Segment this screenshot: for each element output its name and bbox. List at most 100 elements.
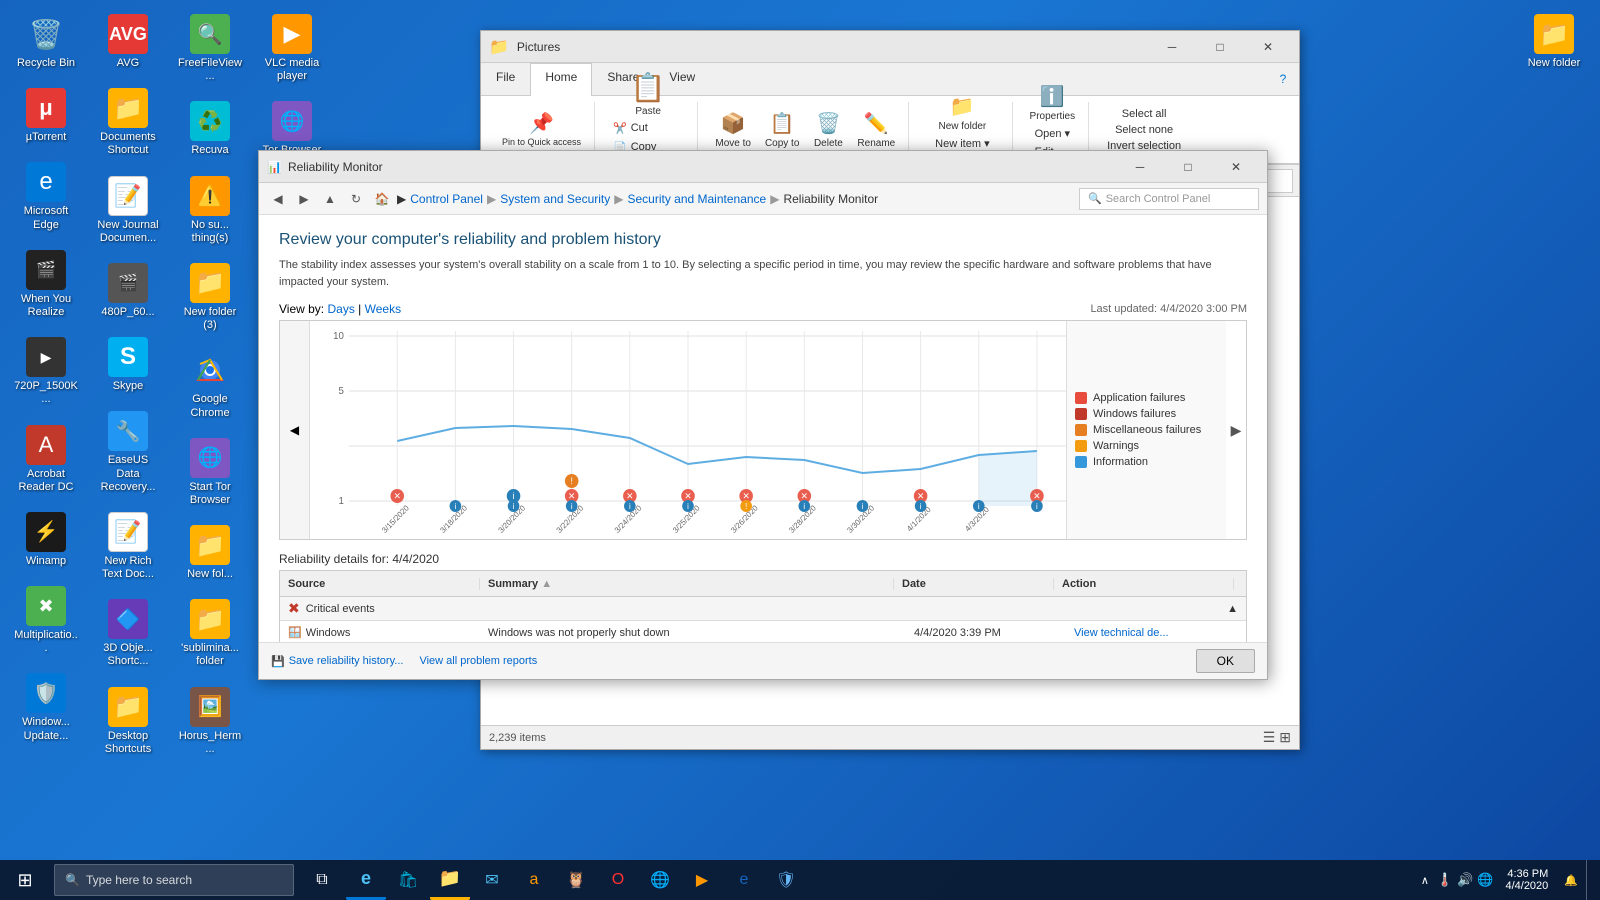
taskbar-trip-icon[interactable]: 🦉 [556, 860, 596, 900]
icon-720p[interactable]: ▶ 720P_1500K... [10, 333, 82, 410]
chart-left-arrow[interactable]: ◀ [280, 321, 310, 539]
icon-new-folder-desktop[interactable]: 📁 New fol... [174, 521, 246, 585]
icon-recycle-bin[interactable]: 🗑️ Recycle Bin [10, 10, 82, 74]
icon-new-folder-3[interactable]: 📁 New folder (3) [174, 259, 246, 336]
maximize-button[interactable]: □ [1197, 31, 1243, 63]
icon-desktop-shortcuts[interactable]: 📁 Desktop Shortcuts [92, 683, 164, 760]
breadcrumb-system-security[interactable]: System and Security [500, 192, 610, 206]
stability-chart-svg: 10 5 1 3/15/2020 3/18/2020 3/20/2020 3/2… [310, 321, 1066, 539]
breadcrumb-security-maintenance[interactable]: Security and Maintenance [627, 192, 766, 206]
icon-vlc[interactable]: ▶ VLC media player [256, 10, 328, 87]
icon-recuva[interactable]: ♻️ Recuva [174, 97, 246, 161]
select-none-btn[interactable]: Select none [1109, 122, 1179, 138]
rm-search-icon: 🔍 [1088, 192, 1102, 205]
copy-to-btn[interactable]: 📋 Copy to [760, 108, 804, 152]
task-view-btn[interactable]: ⧉ [302, 860, 342, 900]
icon-new-folder-right[interactable]: 📁 New folder [1518, 10, 1590, 74]
icon-3d-object[interactable]: 🔷 3D Obje... Shortc... [92, 595, 164, 672]
rm-up-btn[interactable]: ▲ [319, 188, 341, 210]
move-to-btn[interactable]: 📦 Move to [710, 108, 756, 152]
icon-no-something[interactable]: ⚠️ No su... thing(s) [174, 172, 246, 249]
view-weeks-link[interactable]: Weeks [365, 302, 401, 316]
rm-refresh-btn[interactable]: ↻ [345, 188, 367, 210]
icon-multiplicatio[interactable]: ✖ Multiplicatio... [10, 582, 82, 659]
tab-file[interactable]: File [481, 63, 530, 95]
start-button[interactable]: ⊞ [0, 860, 50, 900]
minimize-button[interactable]: ─ [1149, 31, 1195, 63]
taskbar-clock[interactable]: 4:36 PM 4/4/2020 [1497, 868, 1556, 892]
critical-row-0[interactable]: 🪟 Windows Windows was not properly shut … [280, 621, 1246, 642]
select-all-btn[interactable]: Select all [1116, 106, 1173, 122]
icon-easeus[interactable]: 🔧 EaseUS Data Recovery... [92, 407, 164, 498]
rm-back-btn[interactable]: ◀ [267, 188, 289, 210]
taskbar-store-icon[interactable]: 🛍 [388, 860, 428, 900]
icon-utorrent[interactable]: μ µTorrent [10, 84, 82, 148]
rm-maximize-btn[interactable]: □ [1165, 151, 1211, 183]
view-days-link[interactable]: Days [327, 302, 354, 316]
open-btn[interactable]: Open ▾ [1029, 125, 1077, 142]
breadcrumb-control-panel[interactable]: Control Panel [410, 192, 483, 206]
icon-avg[interactable]: AVG AVG [92, 10, 164, 74]
taskbar-mail-icon[interactable]: ✉ [472, 860, 512, 900]
chart-right-arrow[interactable]: ▶ [1226, 321, 1246, 539]
rename-btn[interactable]: ✏️ Rename [852, 108, 900, 152]
view-reports-link[interactable]: View all problem reports [419, 655, 537, 668]
critical-collapse-btn[interactable]: ▲ [1227, 603, 1238, 615]
icon-horus[interactable]: 🖼️ Horus_Herm... [174, 683, 246, 760]
rm-ok-button[interactable]: OK [1196, 649, 1255, 673]
icon-edge[interactable]: e Microsoft Edge [10, 158, 82, 235]
taskbar-edge-icon[interactable]: e [346, 860, 386, 900]
tray-overflow-btn[interactable]: ∧ [1417, 874, 1433, 887]
icon-new-journal[interactable]: 📝 New Journal Documen... [92, 172, 164, 249]
breadcrumb: ▶ Control Panel ▶ System and Security ▶ … [397, 192, 878, 206]
rm-home-btn[interactable]: 🏠 [371, 188, 393, 210]
icon-start-tor[interactable]: 🌐 Start Tor Browser [174, 434, 246, 511]
notification-btn[interactable]: 🔔 [1560, 874, 1582, 887]
svg-text:✕: ✕ [1033, 491, 1040, 501]
close-button[interactable]: ✕ [1245, 31, 1291, 63]
critical-action-0[interactable]: View technical de... [1066, 627, 1246, 639]
cut-btn[interactable]: ✂️ Cut [607, 120, 689, 137]
new-folder-btn[interactable]: 📁 New folder [933, 91, 991, 135]
svg-text:i: i [862, 502, 864, 511]
tab-home[interactable]: Home [530, 63, 592, 96]
taskbar-vlc-icon[interactable]: ▶ [682, 860, 722, 900]
icon-rich-text[interactable]: 📝 New Rich Text Doc... [92, 508, 164, 585]
rm-search-box[interactable]: 🔍 Search Control Panel [1079, 188, 1259, 210]
icon-when-you-realize[interactable]: 🎬 When You Realize [10, 246, 82, 323]
icon-skype[interactable]: S Skype [92, 333, 164, 397]
taskbar-opera-icon[interactable]: O [598, 860, 638, 900]
save-history-link[interactable]: 💾 Save reliability history... [271, 655, 403, 668]
pin-quick-access-btn[interactable]: 📌 Pin to Quick access [497, 108, 586, 151]
icon-google-chrome[interactable]: Google Chrome [174, 346, 246, 423]
taskbar-ie-icon[interactable]: e [724, 860, 764, 900]
rm-forward-btn[interactable]: ▶ [293, 188, 315, 210]
grid-view-btn[interactable]: ⊞ [1279, 729, 1291, 746]
weather-icon[interactable]: 🌡️ [1437, 872, 1453, 888]
icon-winamp[interactable]: ⚡ Winamp [10, 508, 82, 572]
icon-documents-shortcut[interactable]: 📁 Documents Shortcut [92, 84, 164, 161]
rm-minimize-btn[interactable]: ─ [1117, 151, 1163, 183]
taskbar-search[interactable]: 🔍 Type here to search [54, 864, 294, 896]
rm-close-btn[interactable]: ✕ [1213, 151, 1259, 183]
icon-sublimina[interactable]: 📁 'sublimina... folder [174, 595, 246, 672]
taskbar-browser2-icon[interactable]: 🌐 [640, 860, 680, 900]
speaker-icon[interactable]: 🔊 [1457, 872, 1473, 888]
show-desktop-btn[interactable] [1586, 860, 1592, 900]
list-view-btn[interactable]: ☰ [1263, 729, 1276, 746]
svg-text:i: i [571, 502, 573, 511]
icon-acrobat[interactable]: A Acrobat Reader DC [10, 421, 82, 498]
icon-windows-update[interactable]: 🛡️ Window... Update... [10, 669, 82, 746]
properties-btn[interactable]: ℹ️ Properties [1025, 81, 1081, 125]
new-item-btn[interactable]: New item ▾ [929, 135, 995, 152]
icon-480p[interactable]: 🎬 480P_60... [92, 259, 164, 323]
icon-freefileview[interactable]: 🔍 FreeFileView... [174, 10, 246, 87]
network-icon[interactable]: 🌐 [1477, 872, 1493, 888]
taskbar-amazon-icon[interactable]: a [514, 860, 554, 900]
delete-btn[interactable]: 🗑️ Delete [808, 108, 848, 152]
paste-btn[interactable]: 📋 Paste [626, 68, 671, 120]
taskbar-security-icon[interactable]: 🛡 [766, 860, 806, 900]
help-button[interactable]: ? [1271, 67, 1295, 91]
copy-to-icon: 📋 [770, 111, 795, 136]
taskbar-explorer-icon[interactable]: 📁 [430, 860, 470, 900]
